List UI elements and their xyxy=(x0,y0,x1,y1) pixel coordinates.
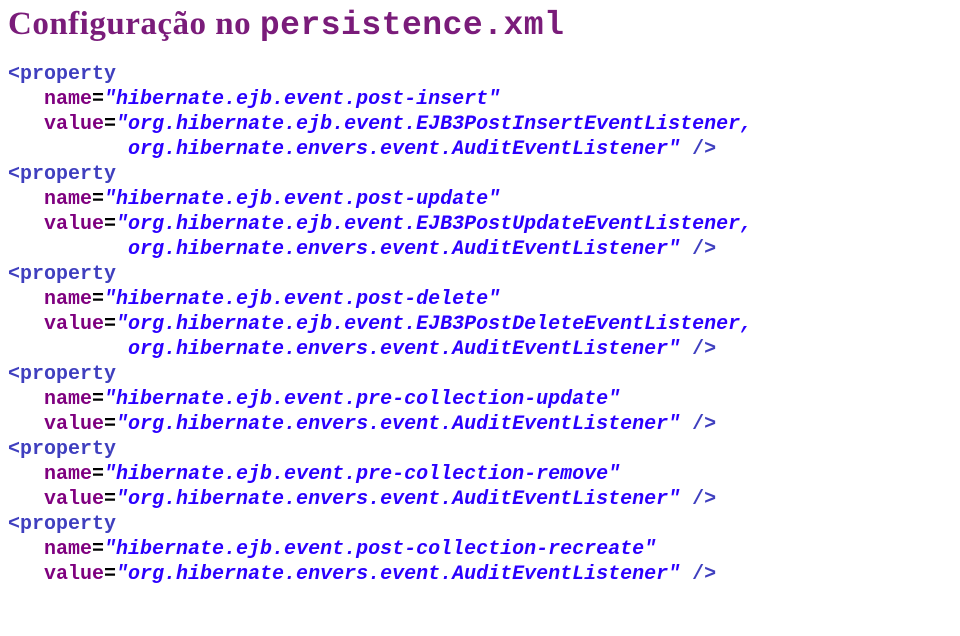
xml-attr-name: name xyxy=(8,538,92,561)
xml-attr-value: "org.hibernate.envers.event.AuditEventLi… xyxy=(116,488,680,511)
xml-tag-open: <property xyxy=(8,263,116,286)
xml-tag-close: /> xyxy=(680,488,716,511)
xml-attr-name: name xyxy=(8,88,92,111)
page-title: Configuração no persistence.xml xyxy=(8,6,952,44)
xml-attr-name: value xyxy=(8,113,104,136)
xml-attr-value: "org.hibernate.envers.event.AuditEventLi… xyxy=(116,563,680,586)
xml-tag-open: <property xyxy=(8,438,116,461)
xml-attr-value: "hibernate.ejb.event.post-insert" xyxy=(104,88,500,111)
xml-attr-name: value xyxy=(8,563,104,586)
xml-code-block: <property name="hibernate.ejb.event.post… xyxy=(8,62,952,587)
title-code: persistence.xml xyxy=(260,7,565,44)
xml-tag-close: /> xyxy=(680,138,716,161)
xml-attr-value: "org.hibernate.ejb.event.EJB3PostUpdateE… xyxy=(116,213,752,236)
xml-attr-value: org.hibernate.envers.event.AuditEventLis… xyxy=(8,138,680,161)
xml-attr-name: name xyxy=(8,388,92,411)
xml-attr-value: "org.hibernate.ejb.event.EJB3PostDeleteE… xyxy=(116,313,752,336)
xml-attr-value: "org.hibernate.ejb.event.EJB3PostInsertE… xyxy=(116,113,752,136)
xml-attr-name: value xyxy=(8,313,104,336)
xml-tag-close: /> xyxy=(680,238,716,261)
xml-tag-open: <property xyxy=(8,513,116,536)
xml-tag-open: <property xyxy=(8,163,116,186)
xml-attr-value: "hibernate.ejb.event.pre-collection-upda… xyxy=(104,388,620,411)
xml-attr-value: org.hibernate.envers.event.AuditEventLis… xyxy=(8,238,680,261)
xml-tag-open: <property xyxy=(8,63,116,86)
xml-attr-name: value xyxy=(8,213,104,236)
xml-attr-value: "hibernate.ejb.event.pre-collection-remo… xyxy=(104,463,620,486)
xml-tag-close: /> xyxy=(680,413,716,436)
xml-attr-value: "hibernate.ejb.event.post-update" xyxy=(104,188,500,211)
xml-tag-close: /> xyxy=(680,563,716,586)
xml-attr-name: name xyxy=(8,463,92,486)
xml-attr-name: name xyxy=(8,288,92,311)
xml-attr-value: "hibernate.ejb.event.post-collection-rec… xyxy=(104,538,656,561)
xml-attr-value: org.hibernate.envers.event.AuditEventLis… xyxy=(8,338,680,361)
xml-attr-value: "hibernate.ejb.event.post-delete" xyxy=(104,288,500,311)
xml-attr-value: "org.hibernate.envers.event.AuditEventLi… xyxy=(116,413,680,436)
xml-attr-name: value xyxy=(8,488,104,511)
title-prefix: Configuração no xyxy=(8,6,260,42)
xml-tag-open: <property xyxy=(8,363,116,386)
xml-tag-close: /> xyxy=(680,338,716,361)
xml-attr-name: name xyxy=(8,188,92,211)
xml-attr-name: value xyxy=(8,413,104,436)
